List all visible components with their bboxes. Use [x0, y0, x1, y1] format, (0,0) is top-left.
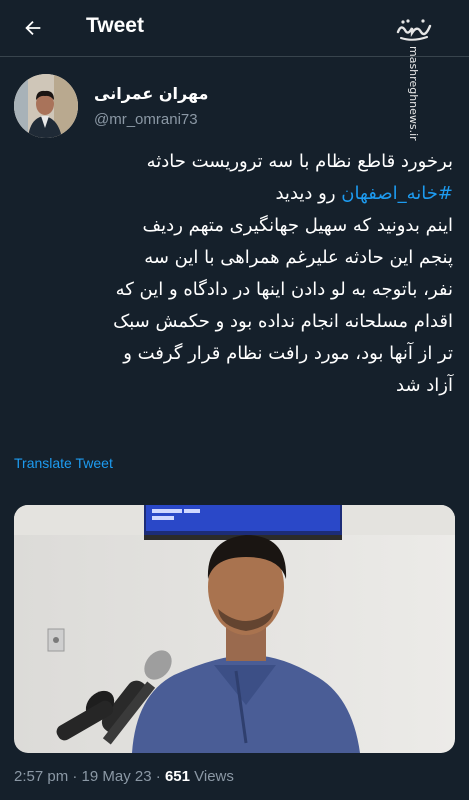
- tweet-line: پنجم این حادثه علیرغم همراهی با این سه: [144, 247, 453, 268]
- header-divider: [0, 56, 469, 57]
- translate-tweet-link[interactable]: Translate Tweet: [14, 455, 113, 471]
- tweet-date[interactable]: 19 May 23: [82, 768, 152, 785]
- author-name[interactable]: مهران عمرانی: [94, 84, 208, 103]
- avatar[interactable]: [14, 74, 78, 138]
- meta-separator: ·: [68, 768, 82, 785]
- back-button[interactable]: [14, 10, 52, 46]
- tweet-line: برخورد قاطع نظام با سه تروریست حادثه: [146, 151, 453, 172]
- tweet-line: تر از آنها بود، مورد رافت نظام قرار گرفت…: [123, 343, 453, 364]
- views-count: 651: [164, 768, 190, 785]
- hashtag-link[interactable]: #خانه_اصفهان: [341, 183, 453, 204]
- tweet-text: برخورد قاطع نظام با سه تروریست حادثه #خا…: [14, 146, 453, 402]
- watermark-site: mashreghnews.ir: [406, 46, 420, 141]
- arrow-left-icon: [25, 20, 41, 36]
- tweet-meta: 2:57 pm · 19 May 23 · 651 Views: [14, 768, 234, 785]
- page-title: Tweet: [86, 14, 144, 37]
- tweet-line: #خانه_اصفهان رو دیدید: [14, 178, 453, 210]
- tweet-line: نفر، باتوجه به لو دادن اینها در دادگاه و…: [115, 279, 453, 300]
- tweet-line: اقدام مسلحانه انجام نداده بود و حکمش سبک: [113, 311, 453, 332]
- tweet-line-text: رو دیدید: [275, 183, 342, 204]
- mashregh-logo: [396, 19, 432, 41]
- author-handle[interactable]: @mr_omrani73: [94, 111, 198, 128]
- meta-separator: ·: [151, 768, 165, 785]
- tweet-line: اینم بدونید که سهیل جهانگیری متهم ردیف: [142, 215, 453, 236]
- tweet-time[interactable]: 2:57 pm: [14, 768, 68, 785]
- views-label: Views: [189, 768, 234, 785]
- tweet-image[interactable]: [14, 505, 455, 753]
- tweet-line: آزاد شد: [396, 375, 453, 396]
- watermark-site-text: mashreghnews.ir: [407, 46, 420, 141]
